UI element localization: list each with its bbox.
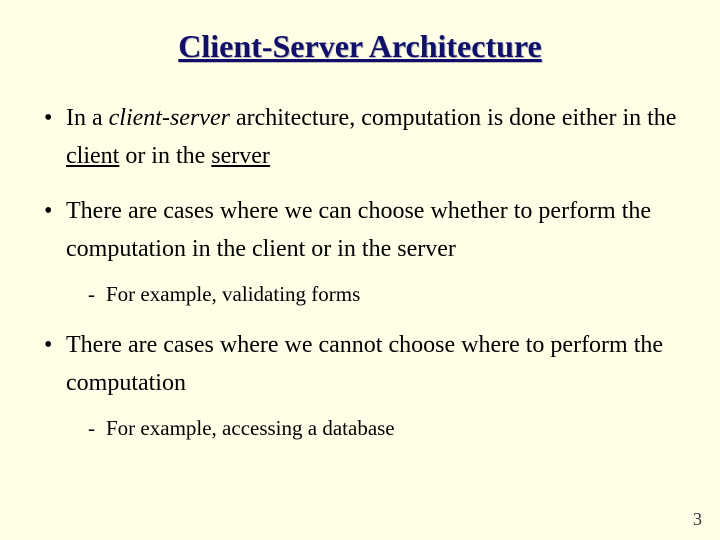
text-fragment: In a bbox=[66, 105, 109, 131]
sub-bullet-text: For example, accessing a database bbox=[106, 416, 395, 440]
bullet-item-2: There are cases where we can choose whet… bbox=[40, 192, 680, 310]
text-emph-client-server: client-server bbox=[109, 105, 230, 131]
page-number: 3 bbox=[693, 509, 702, 530]
bullet-item-1: In a client-server architecture, computa… bbox=[40, 99, 680, 176]
sub-bullet-item: For example, validating forms bbox=[84, 279, 680, 311]
sub-list: For example, validating forms bbox=[84, 279, 680, 311]
bullet-text: There are cases where we cannot choose w… bbox=[66, 332, 663, 396]
text-fragment: or in the bbox=[119, 143, 211, 169]
bullet-text: There are cases where we can choose whet… bbox=[66, 198, 651, 262]
bullet-item-3: There are cases where we cannot choose w… bbox=[40, 326, 680, 444]
bullet-list: In a client-server architecture, computa… bbox=[40, 99, 680, 444]
sub-bullet-text: For example, validating forms bbox=[106, 282, 360, 306]
sub-list: For example, accessing a database bbox=[84, 413, 680, 445]
text-fragment: architecture, computation is done either… bbox=[230, 105, 677, 131]
text-underline-client: client bbox=[66, 143, 119, 169]
slide-title: Client-Server Architecture bbox=[40, 28, 680, 65]
slide: Client-Server Architecture In a client-s… bbox=[0, 0, 720, 540]
text-underline-server: server bbox=[211, 143, 270, 169]
sub-bullet-item: For example, accessing a database bbox=[84, 413, 680, 445]
